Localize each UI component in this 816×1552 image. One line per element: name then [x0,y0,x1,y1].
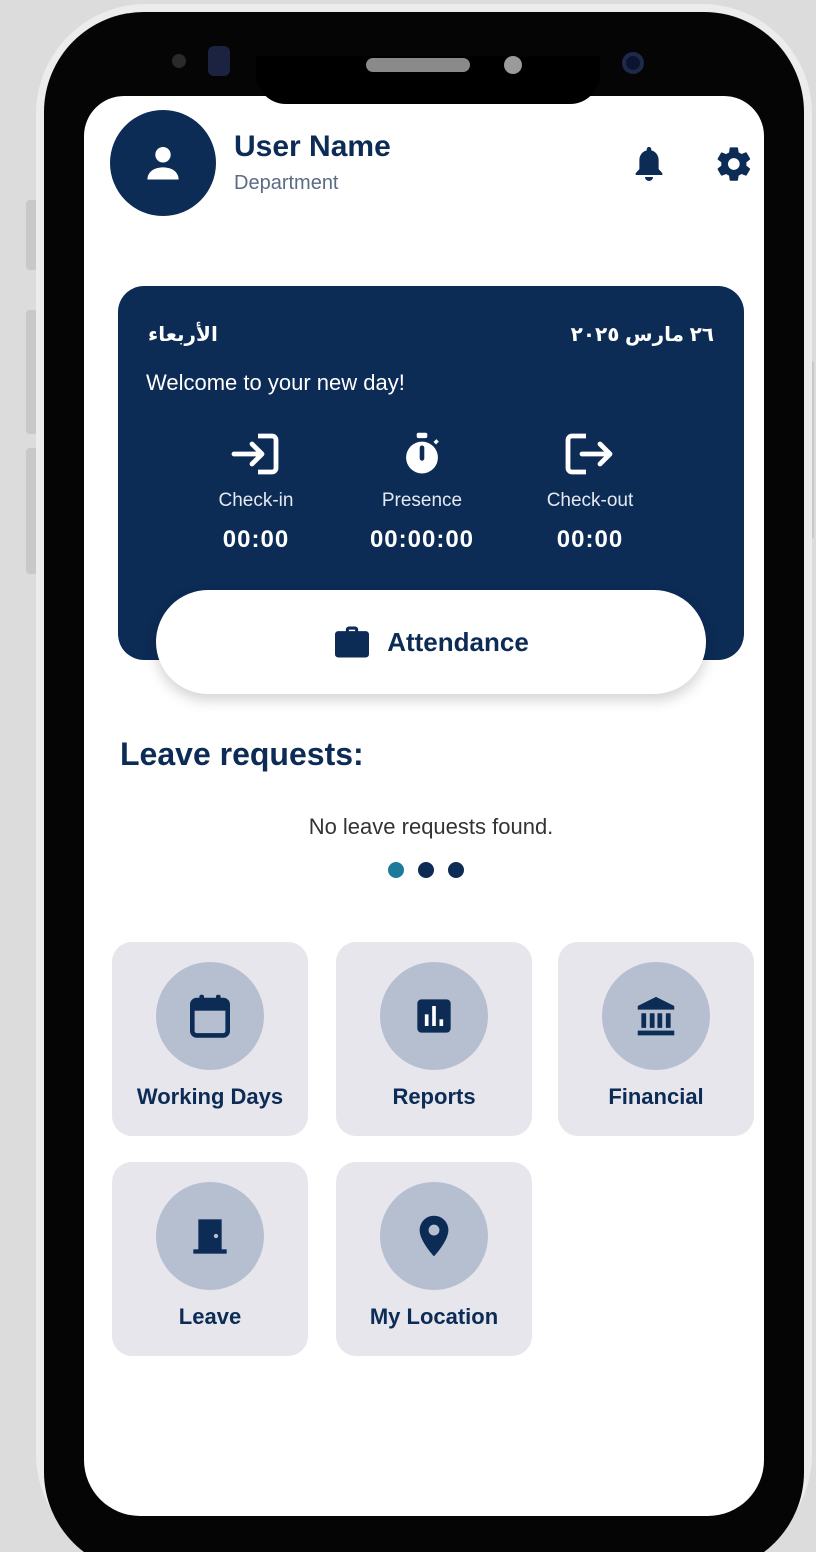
avatar[interactable] [110,110,216,216]
check-out-stat: Check-out 00:00 [500,432,680,554]
presence-time: 00:00:00 [369,526,475,553]
menu-tile-financial[interactable]: Financial [558,942,754,1136]
user-name: User Name [234,130,391,163]
proximity-sensor [172,54,186,68]
bell-icon[interactable] [632,144,666,184]
door-icon [193,1219,227,1254]
briefcase-icon [335,626,370,658]
menu-label-my-location: My Location [369,1304,499,1329]
app-screen: User Name Department الأربعاء ٢٦ مارس ٢٠… [84,96,764,1516]
presence-label: Presence [381,490,463,511]
check-in-label: Check-in [218,490,294,511]
menu-label-working-days: Working Days [136,1084,284,1109]
bank-icon [637,996,675,1036]
gear-icon[interactable] [714,144,754,184]
carousel-dot-3[interactable] [448,862,464,878]
front-camera-dot [504,56,522,74]
stopwatch-icon [406,432,439,474]
welcome-message: Welcome to your new day! [146,370,405,395]
menu-tile-reports[interactable]: Reports [336,942,532,1136]
earpiece-speaker [366,58,470,72]
menu-tile-leave[interactable]: Leave [112,1162,308,1356]
day-name: الأربعاء [148,324,218,346]
attendance-button[interactable]: Attendance [156,590,706,694]
carousel-indicator [388,862,464,878]
phone-mockup: User Name Department الأربعاء ٢٦ مارس ٢٠… [0,0,816,1552]
location-pin-icon [419,1215,449,1257]
menu-label-reports: Reports [392,1084,476,1109]
check-in-time: 00:00 [222,526,290,553]
presence-stat: Presence 00:00:00 [332,432,512,554]
login-icon [231,433,279,475]
calendar-icon [190,994,230,1038]
front-camera-lens [622,52,644,74]
menu-tile-my-location[interactable]: My Location [336,1162,532,1356]
empty-leave-message: No leave requests found. [308,814,554,839]
check-out-time: 00:00 [556,526,624,553]
leave-requests-title: Leave requests: [120,736,364,772]
carousel-dot-1[interactable] [388,862,404,878]
menu-tile-working-days[interactable]: Working Days [112,942,308,1136]
carousel-dot-2[interactable] [418,862,434,878]
report-chart-icon [417,999,451,1033]
front-sensor [208,46,230,76]
current-date: ٢٦ مارس ٢٠٢٥ [570,324,714,346]
department-label: Department [234,172,339,194]
person-icon [147,147,179,180]
check-in-stat: Check-in 00:00 [166,432,346,554]
logout-icon [565,433,613,475]
attendance-label: Attendance [387,626,529,657]
menu-label-financial: Financial [608,1084,704,1109]
menu-label-leave: Leave [178,1304,242,1329]
check-out-label: Check-out [546,490,634,511]
